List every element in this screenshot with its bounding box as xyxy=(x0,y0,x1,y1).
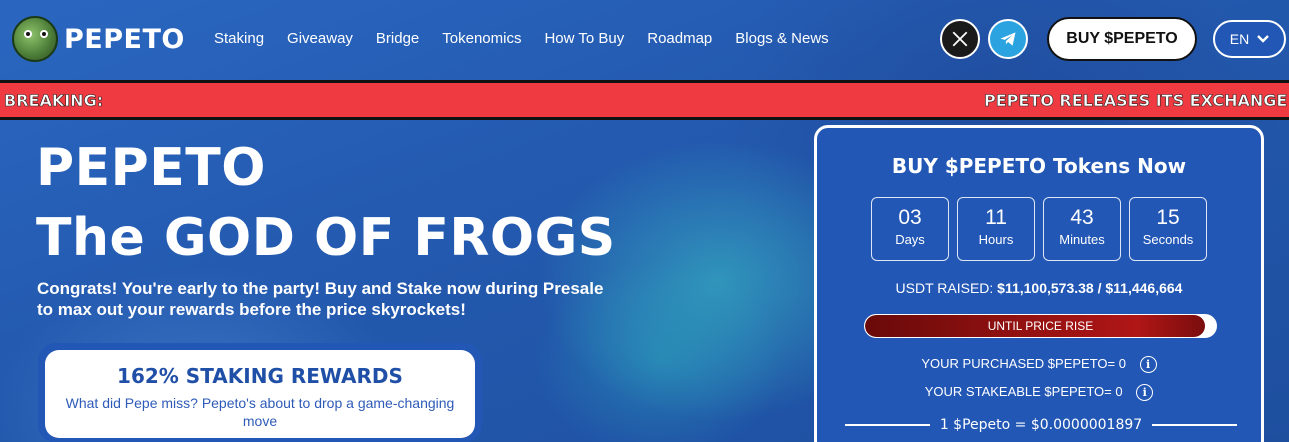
nav-item-bridge[interactable]: Bridge xyxy=(376,30,419,47)
token-price-text: 1 $Pepeto = $0.0000001897 xyxy=(939,417,1143,433)
timer-hours-value: 11 xyxy=(985,206,1007,229)
language-label: EN xyxy=(1229,31,1250,47)
purchased-text: YOUR PURCHASED $PEPETO= 0 xyxy=(921,356,1126,371)
chevron-down-icon xyxy=(1257,35,1270,43)
language-select[interactable]: EN xyxy=(1213,20,1286,58)
timer-seconds: 15 Seconds xyxy=(1129,197,1207,261)
countdown-timer: 03 Days 11 Hours 43 Minutes 15 Seconds xyxy=(871,197,1207,261)
timer-minutes-value: 43 xyxy=(1070,206,1094,229)
nav-item-how-to-buy[interactable]: How To Buy xyxy=(544,30,624,47)
brand-name: PEPETO xyxy=(64,23,185,55)
presale-progress-bar: UNTIL PRICE RISE xyxy=(864,314,1217,338)
timer-hours: 11 Hours xyxy=(957,197,1035,261)
presale-panel: BUY $PEPETO Tokens Now 03 Days 11 Hours … xyxy=(814,125,1264,442)
frog-logo-icon xyxy=(12,16,58,62)
timer-seconds-label: Seconds xyxy=(1142,232,1194,247)
nav-item-staking[interactable]: Staking xyxy=(214,30,264,47)
x-icon xyxy=(952,31,968,47)
usdt-raised-value: $11,100,573.38 / $11,446,664 xyxy=(997,280,1183,296)
nav-item-blogs-news[interactable]: Blogs & News xyxy=(735,30,828,47)
presale-title: BUY $PEPETO Tokens Now xyxy=(891,154,1187,178)
token-price: 1 $Pepeto = $0.0000001897 xyxy=(845,417,1237,433)
brand-logo[interactable]: PEPETO xyxy=(12,16,185,62)
divider xyxy=(845,424,930,426)
hero-title-line1: PEPETO xyxy=(36,138,266,198)
divider xyxy=(1152,424,1237,426)
staking-rewards-inner: 162% STAKING REWARDS What did Pepe miss?… xyxy=(45,350,475,438)
timer-days: 03 Days xyxy=(871,197,949,261)
breaking-headline[interactable]: PEPETO RELEASES ITS EXCHANGE xyxy=(984,91,1288,111)
nav-item-roadmap[interactable]: Roadmap xyxy=(647,30,712,47)
timer-hours-label: Hours xyxy=(978,232,1014,247)
breaking-news-bar: BREAKING: PEPETO RELEASES ITS EXCHANGE xyxy=(0,80,1289,120)
x-social-button[interactable] xyxy=(940,19,980,59)
telegram-social-button[interactable] xyxy=(988,19,1028,59)
buy-pepeto-button[interactable]: BUY $PEPETO xyxy=(1047,17,1197,61)
usdt-raised-label: USDT RAISED: xyxy=(895,280,994,296)
stakeable-text: YOUR STAKEABLE $PEPETO= 0 xyxy=(924,384,1123,399)
purchased-row: YOUR PURCHASED $PEPETO= 0 i xyxy=(817,356,1261,374)
hero-description: Congrats! You're early to the party! Buy… xyxy=(37,279,604,319)
staking-rewards-title: 162% STAKING REWARDS xyxy=(117,364,403,388)
staking-rewards-card[interactable]: 162% STAKING REWARDS What did Pepe miss?… xyxy=(38,343,482,442)
stakeable-row: YOUR STAKEABLE $PEPETO= 0 i xyxy=(817,384,1261,402)
nav-item-tokenomics[interactable]: Tokenomics xyxy=(442,30,521,47)
usdt-raised: USDT RAISED: $11,100,573.38 / $11,446,66… xyxy=(817,280,1261,296)
presale-progress-label: UNTIL PRICE RISE xyxy=(987,319,1094,333)
site-header: PEPETO Staking Giveaway Bridge Tokenomic… xyxy=(0,0,1289,78)
info-icon[interactable]: i xyxy=(1136,384,1154,402)
timer-days-label: Days xyxy=(895,232,925,247)
timer-minutes-label: Minutes xyxy=(1059,232,1105,247)
timer-minutes: 43 Minutes xyxy=(1043,197,1121,261)
timer-seconds-value: 15 xyxy=(1156,206,1180,229)
info-icon[interactable]: i xyxy=(1139,356,1157,374)
main-nav: Staking Giveaway Bridge Tokenomics How T… xyxy=(214,30,852,47)
telegram-icon xyxy=(1000,32,1016,46)
hero-title-line2: The GOD OF FROGS xyxy=(36,208,616,268)
timer-days-value: 03 xyxy=(898,206,922,229)
breaking-label: BREAKING: xyxy=(4,91,104,111)
staking-rewards-subtitle: What did Pepe miss? Pepeto's about to dr… xyxy=(65,395,455,429)
hero-title: PEPETO The GOD OF FROGS xyxy=(36,133,616,273)
nav-item-giveaway[interactable]: Giveaway xyxy=(287,30,353,47)
